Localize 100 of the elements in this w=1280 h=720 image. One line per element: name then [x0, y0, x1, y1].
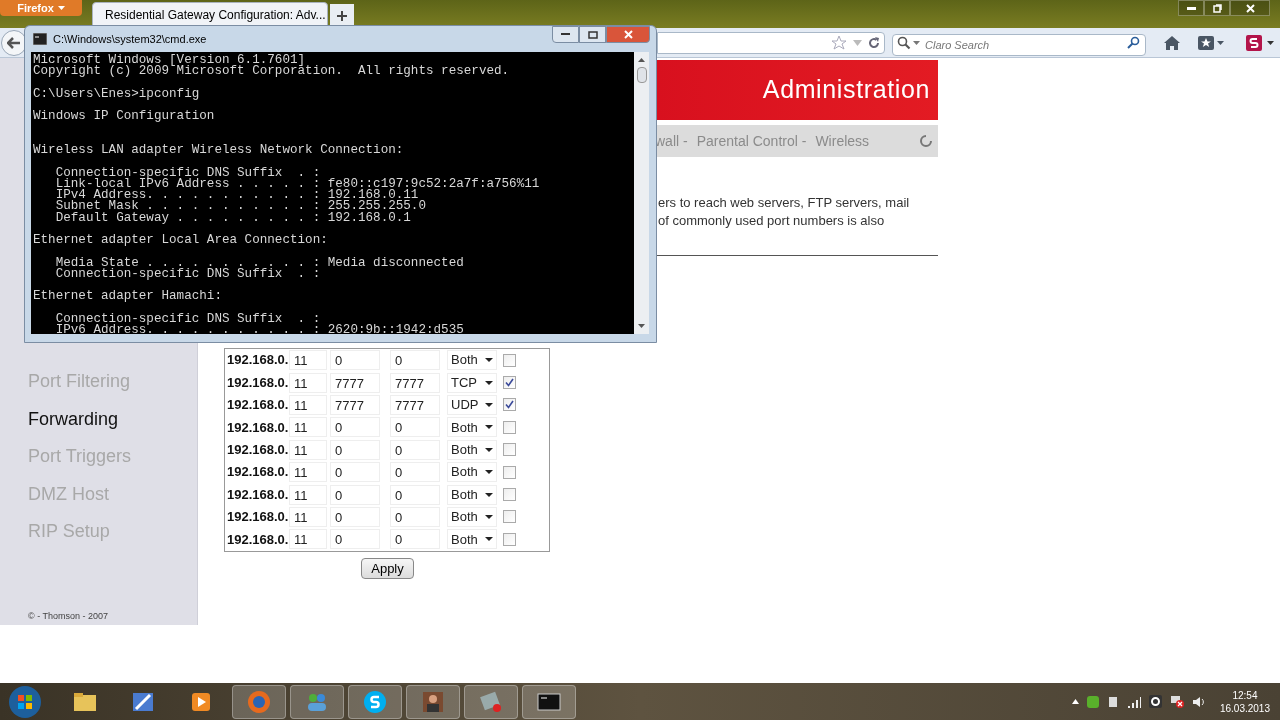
enabled-checkbox[interactable] — [503, 376, 516, 390]
protocol-select[interactable]: Both — [447, 484, 497, 505]
speaker-icon[interactable] — [1191, 695, 1206, 708]
intro-paragraph: ers to reach web servers, FTP servers, mail of commonly used port numbers is also — [658, 194, 911, 230]
restore-button[interactable] — [1204, 0, 1230, 16]
start-port-field[interactable]: 0 — [330, 529, 380, 550]
start-port-field[interactable]: 7777 — [330, 372, 380, 393]
back-button[interactable] — [1, 29, 27, 56]
end-port-field[interactable]: 0 — [390, 529, 440, 550]
ip-prefix-text: 192.168.0. — [227, 441, 289, 459]
end-port-field[interactable]: 0 — [390, 439, 440, 460]
enabled-checkbox[interactable] — [503, 443, 516, 457]
console-line: Copyright (c) 2009 Microsoft Corporation. All rights reserved. — [33, 66, 511, 78]
end-port-field[interactable]: 7777 — [390, 372, 440, 393]
s-logo-icon[interactable] — [1246, 34, 1262, 51]
dropdown-caret-icon[interactable] — [1217, 40, 1224, 45]
protocol-select[interactable]: Both — [447, 462, 497, 483]
start-port-field[interactable]: 0 — [330, 462, 380, 483]
end-port-field[interactable]: 0 — [390, 462, 440, 483]
back-arrow-icon — [7, 36, 21, 49]
clock[interactable]: 12:54 16.03.2013 — [1219, 688, 1270, 715]
scrollbar-thumb[interactable] — [636, 67, 647, 83]
minimize-icon — [1186, 6, 1196, 10]
protocol-select[interactable]: Both — [447, 417, 497, 438]
ip-suffix-field[interactable]: 11 — [289, 439, 327, 460]
dropdown-caret-icon — [485, 470, 493, 475]
maximize-icon — [587, 30, 598, 39]
end-port-field[interactable]: 0 — [390, 350, 440, 371]
console-line: Wireless LAN adapter Wireless Network Connection: — [33, 145, 405, 157]
enabled-checkbox[interactable] — [503, 465, 516, 479]
ip-suffix-field[interactable]: 11 — [289, 417, 327, 438]
start-port-field[interactable]: 0 — [330, 484, 380, 505]
search-icon — [897, 35, 911, 50]
protocol-select[interactable]: Both — [447, 529, 497, 550]
plus-icon — [337, 11, 347, 21]
ip-prefix-text: 192.168.0. — [227, 463, 289, 482]
star-icon[interactable] — [831, 35, 847, 50]
sidebar-link[interactable]: Forwarding — [28, 406, 197, 432]
home-icon[interactable] — [1164, 35, 1180, 50]
copyright-text: © - Thomson - 2007 — [28, 609, 108, 623]
new-tab-button[interactable] — [330, 4, 354, 28]
enabled-checkbox[interactable] — [503, 532, 516, 546]
console-line: Connection-specific DNS Suffix . : — [54, 313, 322, 325]
end-port-field[interactable]: 0 — [390, 417, 440, 438]
scroll-down-icon[interactable] — [638, 324, 645, 328]
reload-icon[interactable] — [868, 36, 880, 49]
ip-suffix-field[interactable]: 11 — [289, 350, 327, 371]
console-line: Default Gateway . . . . . . . . . : 192.168.0.1 — [54, 212, 412, 224]
signal-bars-icon[interactable] — [1126, 695, 1141, 708]
ip-suffix-field[interactable]: 11 — [289, 484, 327, 505]
start-port-field[interactable]: 0 — [330, 439, 380, 460]
start-port-field[interactable]: 7777 — [330, 394, 380, 415]
search-icon[interactable] — [1127, 35, 1140, 49]
start-port-field[interactable]: 0 — [330, 417, 380, 438]
enabled-checkbox[interactable] — [503, 420, 516, 434]
ip-suffix-field[interactable]: 11 — [289, 506, 327, 527]
browser-tab[interactable]: Residential Gateway Configuration: Adv... — [92, 2, 328, 28]
start-orb-icon[interactable] — [8, 684, 42, 719]
enabled-checkbox[interactable] — [503, 398, 516, 412]
taskbar-button[interactable] — [406, 684, 460, 719]
scrollbar[interactable] — [634, 52, 649, 334]
enabled-checkbox[interactable] — [503, 488, 516, 502]
dropdown-caret-icon — [485, 425, 493, 430]
taskbar-button[interactable] — [348, 684, 402, 719]
dropdown-caret-icon — [485, 402, 493, 407]
minimize-button[interactable] — [552, 26, 579, 43]
protocol-select[interactable]: Both — [447, 350, 497, 371]
end-port-field[interactable]: 7777 — [390, 394, 440, 415]
dropdown-caret-icon — [485, 380, 493, 385]
search-field[interactable]: Claro Search — [892, 33, 1146, 56]
ip-prefix-text: 192.168.0. — [227, 396, 289, 415]
protocol-select[interactable]: UDP — [447, 394, 497, 415]
dropdown-caret-icon[interactable] — [1267, 40, 1274, 45]
protocol-select[interactable]: Both — [447, 506, 497, 527]
dropdown-caret-icon — [57, 6, 65, 10]
enabled-checkbox[interactable] — [503, 353, 516, 367]
end-port-field[interactable]: 0 — [390, 506, 440, 527]
close-button[interactable] — [606, 26, 650, 43]
protocol-select[interactable]: TCP — [447, 372, 497, 393]
apply-button[interactable]: Apply — [361, 557, 414, 579]
bookmarks-star-icon[interactable] — [1198, 35, 1214, 50]
start-port-field[interactable]: 0 — [330, 350, 380, 371]
console-line: Ethernet adapter Hamachi: — [33, 291, 223, 303]
ip-suffix-field[interactable]: 11 — [289, 529, 327, 550]
ip-suffix-field[interactable]: 11 — [289, 394, 327, 415]
address-field[interactable] — [657, 31, 885, 54]
show-hidden-icons-icon[interactable] — [1071, 699, 1079, 704]
start-port-field[interactable]: 0 — [330, 506, 380, 527]
taskbar-button[interactable] — [522, 684, 576, 719]
maximize-button[interactable] — [579, 26, 606, 43]
loading-spinner-icon — [920, 135, 932, 147]
ip-suffix-field[interactable]: 11 — [289, 462, 327, 483]
protocol-select[interactable]: Both — [447, 439, 497, 460]
enabled-checkbox[interactable] — [503, 510, 516, 524]
ip-suffix-field[interactable]: 11 — [289, 372, 327, 393]
close-icon — [1245, 3, 1255, 13]
end-port-field[interactable]: 0 — [390, 484, 440, 505]
dropdown-caret-icon — [485, 447, 493, 452]
app-tray-icon[interactable] — [1148, 695, 1162, 708]
device-icon[interactable] — [1106, 695, 1119, 708]
